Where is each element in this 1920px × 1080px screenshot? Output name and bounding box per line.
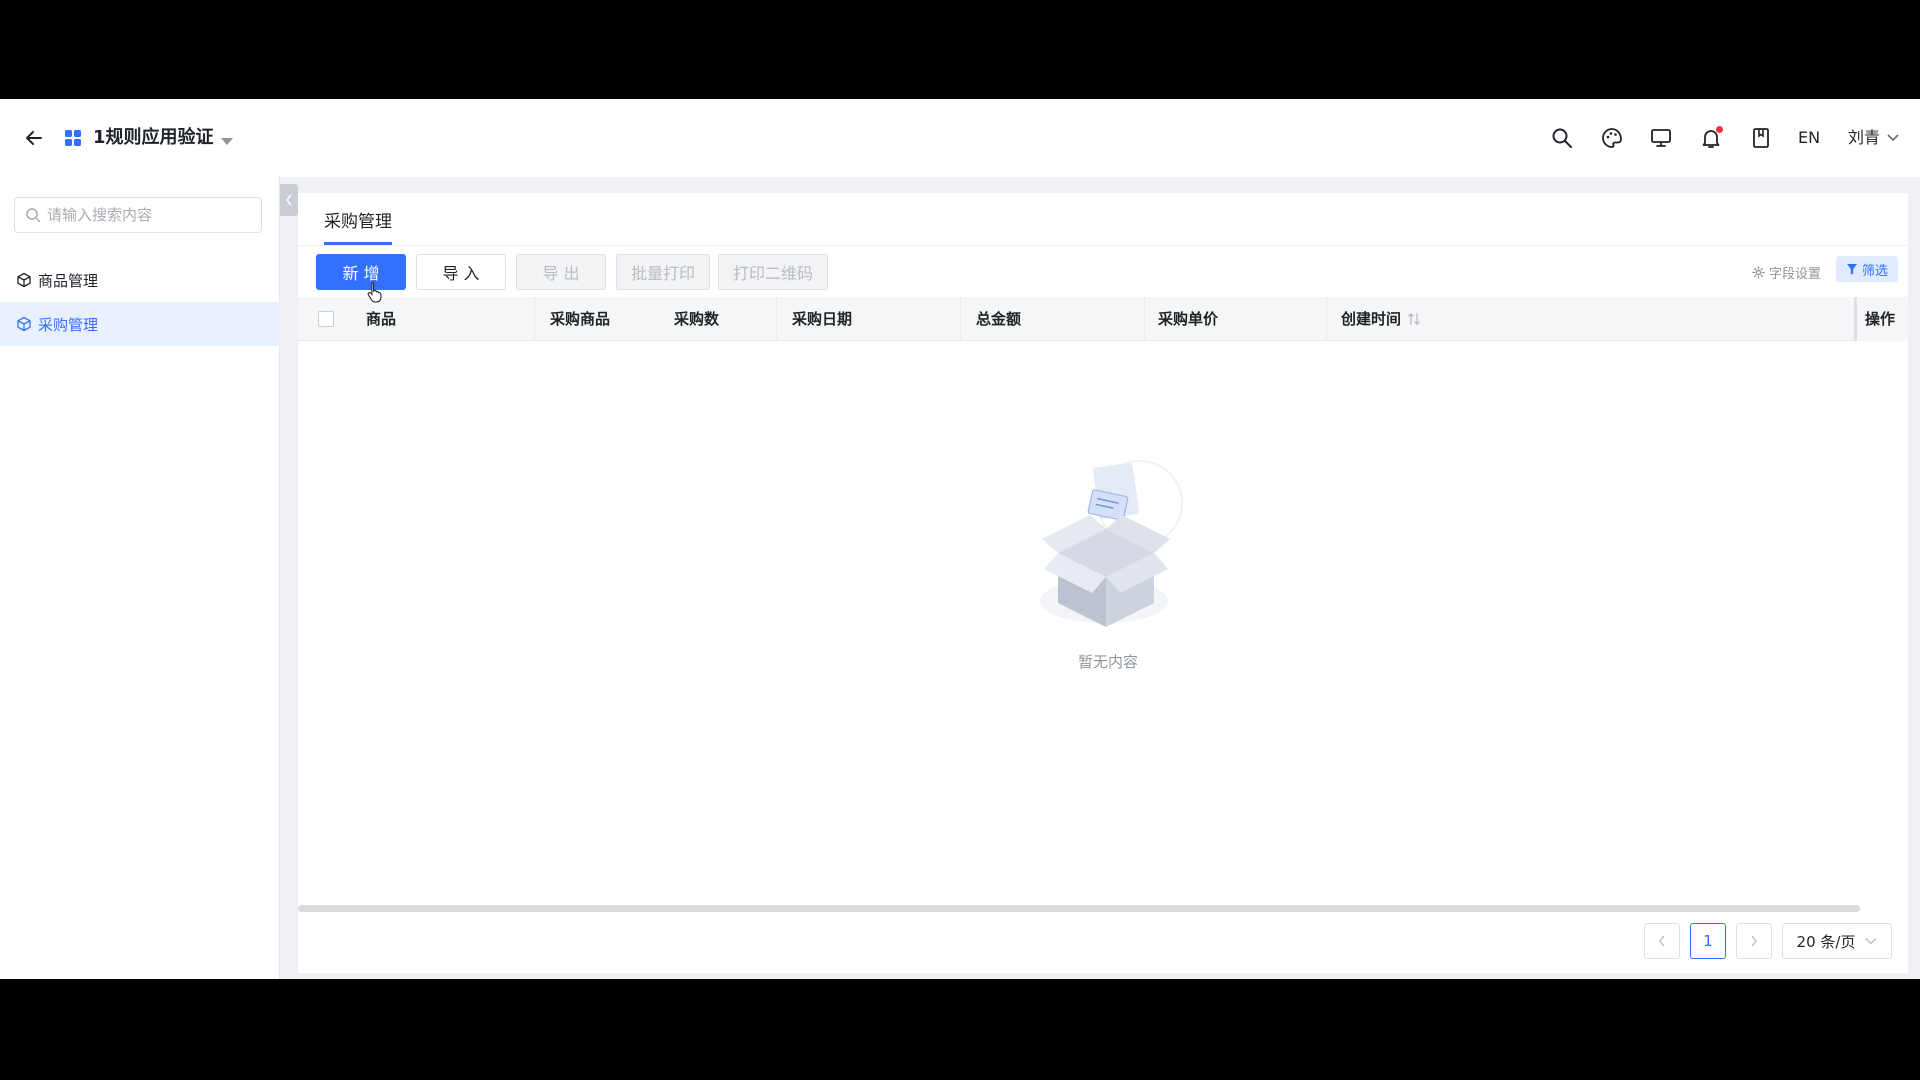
chevron-down-icon (1865, 938, 1877, 945)
prev-page-button[interactable] (1644, 923, 1680, 959)
sidebar-item-purchase[interactable]: 采购管理 (0, 302, 280, 346)
page-number-1[interactable]: 1 (1690, 923, 1726, 959)
monitor-icon[interactable] (1647, 124, 1675, 152)
user-menu[interactable]: 刘青 (1848, 124, 1900, 152)
empty-box-illustration (1040, 460, 1183, 627)
app-grid-icon (64, 129, 82, 147)
horizontal-scrollbar[interactable] (298, 905, 1860, 912)
print-qrcode-button[interactable]: 打印二维码 (718, 254, 828, 290)
page-size-label: 20 条/页 (1796, 932, 1856, 951)
sidebar-item-label: 商品管理 (38, 271, 99, 290)
chevron-left-icon (1659, 935, 1665, 947)
filter-funnel-icon (1846, 264, 1857, 275)
bookmark-icon[interactable] (1747, 124, 1775, 152)
notification-dot (1716, 126, 1723, 133)
column-header-created-time-label: 创建时间 (1341, 310, 1402, 328)
column-header-purchase-goods[interactable]: 采购商品 (550, 297, 610, 341)
export-button[interactable]: 导 出 (516, 254, 606, 290)
app-switch-caret-icon[interactable] (220, 132, 234, 151)
add-button[interactable]: 新 增 (316, 254, 406, 290)
page-size-select[interactable]: 20 条/页 (1782, 923, 1892, 959)
column-divider (776, 297, 777, 341)
search-icon (26, 208, 41, 223)
column-header-operation: 操作 (1865, 310, 1896, 328)
top-header: 1规则应用验证 EN 刘青 (0, 99, 1920, 177)
filter-button[interactable]: 筛选 (1836, 256, 1898, 282)
filter-label: 筛选 (1861, 263, 1888, 279)
app-title[interactable]: 1规则应用验证 (93, 124, 214, 152)
column-header-created-time[interactable]: 创建时间 (1341, 297, 1421, 341)
chevron-down-icon (1887, 134, 1899, 142)
tab-purchase-management[interactable]: 采购管理 (324, 207, 392, 245)
column-header-purchase-date[interactable]: 采购日期 (792, 297, 852, 341)
sidebar-search (14, 197, 262, 233)
import-button[interactable]: 导 入 (416, 254, 506, 290)
cube-icon (17, 272, 31, 288)
app-screen: 1规则应用验证 EN 刘青 请输入搜索内容 商品管理 采购管理 采购管理 新 增… (0, 99, 1920, 979)
field-settings-button[interactable]: 字段设置 (1752, 263, 1821, 282)
select-all-checkbox[interactable] (318, 311, 334, 327)
next-page-button[interactable] (1736, 923, 1772, 959)
sidebar-item-goods[interactable]: 商品管理 (0, 258, 280, 302)
column-divider (1326, 297, 1327, 341)
tab-divider (298, 245, 1908, 246)
main-content: 采购管理 新 增 导 入 导 出 批量打印 打印二维码 字段设置 筛选 商品 采… (298, 193, 1908, 973)
gear-icon (1752, 266, 1765, 279)
sidebar-item-label: 采购管理 (38, 315, 99, 334)
column-header-purchase-qty[interactable]: 采购数 (674, 297, 719, 341)
sidebar-search-input[interactable] (47, 206, 247, 224)
user-name: 刘青 (1848, 128, 1881, 147)
empty-state-text: 暂无内容 (1077, 653, 1138, 671)
column-header-unit-price[interactable]: 采购单价 (1158, 297, 1218, 341)
column-header-total-amount[interactable]: 总金额 (976, 297, 1021, 341)
batch-print-button[interactable]: 批量打印 (616, 254, 710, 290)
notification-bell-icon[interactable] (1697, 124, 1725, 152)
sort-icon[interactable] (1407, 312, 1421, 326)
mouse-pointer-icon (367, 281, 383, 307)
field-settings-label: 字段设置 (1769, 267, 1822, 282)
column-divider (1144, 297, 1145, 341)
sidebar-collapse-button[interactable] (280, 184, 298, 216)
column-divider (534, 297, 535, 341)
operation-column-header: 操作 (1854, 297, 1908, 341)
empty-state: 暂无内容 (1008, 443, 1208, 671)
column-divider (960, 297, 961, 341)
language-switch[interactable]: EN (1798, 124, 1820, 152)
theme-palette-icon[interactable] (1598, 124, 1626, 152)
cube-icon (17, 316, 31, 332)
table-header: 商品 采购商品 采购数 采购日期 总金额 采购单价 创建时间 操作 (298, 297, 1908, 341)
chevron-right-icon (1751, 935, 1757, 947)
chevron-left-icon (286, 194, 292, 206)
sidebar: 商品管理 采购管理 (0, 177, 280, 979)
back-arrow-icon[interactable] (20, 124, 48, 152)
search-icon[interactable] (1548, 124, 1576, 152)
